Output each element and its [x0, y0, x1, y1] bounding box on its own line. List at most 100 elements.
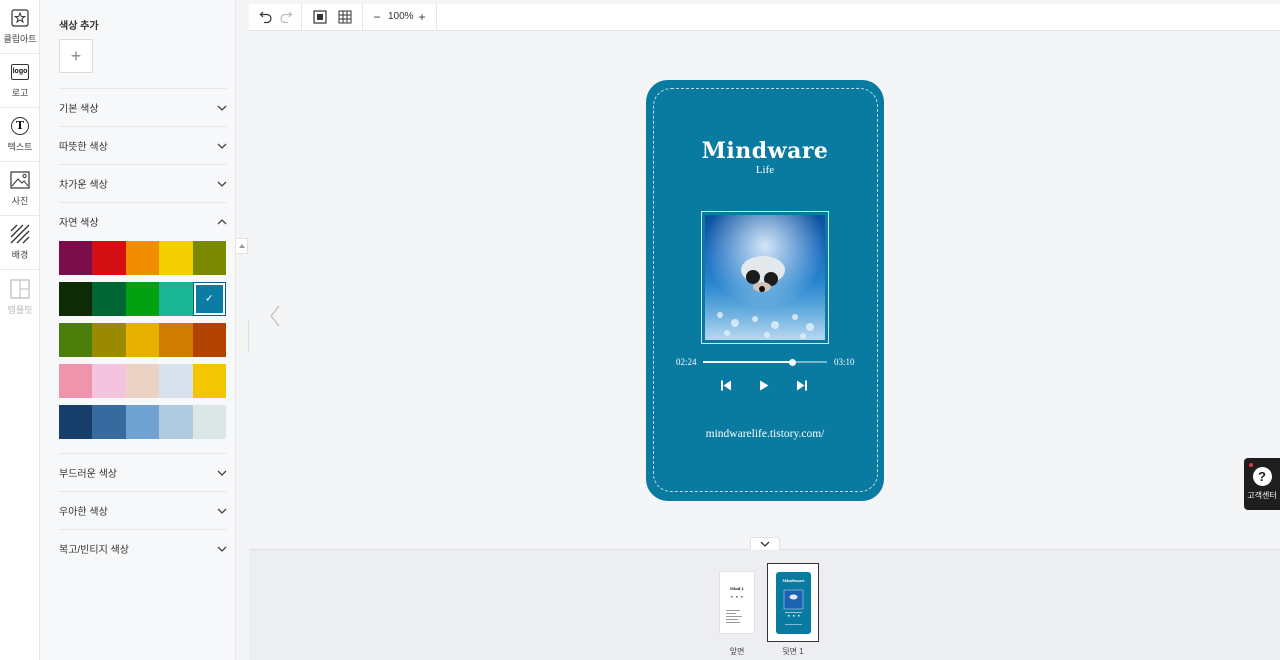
clipart-star-icon — [10, 8, 30, 28]
album-photo-frame[interactable] — [701, 211, 829, 344]
rail-item-background[interactable]: 배경 — [0, 216, 40, 270]
add-color-button[interactable]: + — [59, 39, 93, 73]
card-title[interactable]: Mindware — [646, 138, 884, 164]
chevron-down-icon — [217, 179, 227, 189]
swatch-row — [59, 323, 227, 357]
rail-item-photo[interactable]: 사진 — [0, 162, 40, 216]
nature-swatch-grid: ✓ — [59, 241, 227, 446]
section-soft-colors[interactable]: 부드러운 색상 — [59, 453, 227, 491]
progress-knob[interactable] — [788, 358, 796, 366]
rail-item-clipart[interactable]: 클립아트 — [0, 0, 40, 54]
page-label-back: 뒷면 1 — [782, 647, 804, 656]
chevron-down-icon — [217, 468, 227, 478]
page-label-front: 앞면 — [729, 647, 745, 656]
rail-label: 템플릿 — [7, 304, 33, 315]
pages-strip — [249, 549, 1280, 660]
color-swatch[interactable] — [92, 241, 126, 275]
help-icon: ? — [1252, 467, 1272, 486]
color-swatch[interactable] — [92, 405, 126, 439]
section-label: 자연 색상 — [59, 218, 99, 229]
help-label: 고객센터 — [1247, 491, 1277, 500]
section-retro-colors[interactable]: 복고/빈티지 색상 — [59, 529, 227, 567]
grid-toggle-button[interactable] — [335, 8, 355, 26]
progress-fill — [703, 361, 793, 363]
color-swatch[interactable] — [159, 241, 193, 275]
help-center-button[interactable]: ? 고객센터 — [1244, 458, 1280, 510]
rail-item-text[interactable]: T 텍스트 — [0, 108, 40, 162]
fit-to-screen-button[interactable] — [310, 8, 330, 26]
elapsed-time: 02:24 — [676, 357, 697, 367]
card-subtitle[interactable]: Life — [646, 164, 884, 176]
section-basic-colors[interactable]: 기본 색상 — [59, 88, 227, 126]
rail-label: 사진 — [11, 196, 29, 206]
redo-button[interactable] — [276, 8, 296, 26]
skip-previous-button[interactable] — [719, 378, 733, 392]
color-swatch[interactable] — [192, 405, 226, 439]
rail-label: 클립아트 — [3, 34, 37, 44]
color-swatch[interactable] — [159, 364, 193, 398]
rail-label: 배경 — [11, 250, 29, 260]
section-label: 우아한 색상 — [59, 507, 108, 518]
zoom-level: 100% — [388, 11, 414, 22]
pages-strip-toggle[interactable] — [750, 537, 780, 550]
play-button[interactable] — [757, 378, 771, 392]
page-thumbnail-front[interactable]: Mind L — [719, 571, 755, 634]
fit-screen-icon — [313, 10, 327, 24]
chevron-down-icon — [217, 103, 227, 113]
chevron-down-icon — [217, 141, 227, 151]
swatch-row — [59, 364, 227, 398]
add-color-title: 색상 추가 — [59, 21, 99, 32]
color-swatch[interactable] — [159, 323, 193, 357]
thumb-front-title: Mind L — [730, 587, 745, 591]
rail-item-logo[interactable]: logo 로고 — [0, 54, 40, 108]
chevron-down-icon — [760, 541, 770, 547]
color-swatch-selected[interactable]: ✓ — [192, 282, 226, 316]
page-thumbnail-back-selected[interactable]: Mindware — [767, 563, 819, 642]
color-swatch[interactable] — [125, 364, 160, 398]
color-swatch[interactable] — [59, 241, 93, 275]
section-cool-colors[interactable]: 차가운 색상 — [59, 164, 227, 202]
color-swatch[interactable] — [125, 323, 160, 357]
color-swatch[interactable] — [192, 323, 226, 357]
color-swatch[interactable] — [159, 405, 193, 439]
color-swatch[interactable] — [59, 364, 93, 398]
section-label: 기본 색상 — [59, 104, 99, 115]
section-label: 부드러운 색상 — [59, 469, 117, 480]
section-nature-colors[interactable]: 자연 색상 — [59, 202, 227, 240]
template-icon — [10, 278, 30, 299]
color-swatch[interactable] — [92, 364, 126, 398]
playback-progress-bar[interactable] — [703, 358, 827, 366]
color-swatch[interactable] — [92, 282, 126, 316]
thumb-back-card: Mindware — [776, 572, 811, 634]
panel-scroll-up-tab[interactable] — [236, 238, 248, 254]
underwater-photo — [705, 215, 825, 340]
left-tool-rail: 클립아트 logo 로고 T 텍스트 사진 배경 템플릿 — [0, 0, 40, 660]
color-swatch[interactable] — [192, 364, 226, 398]
undo-button[interactable] — [256, 8, 276, 26]
zoom-out-button[interactable]: − — [367, 8, 387, 26]
color-swatch[interactable] — [92, 323, 126, 357]
color-swatch[interactable] — [125, 241, 160, 275]
color-swatch[interactable] — [59, 282, 93, 316]
section-elegant-colors[interactable]: 우아한 색상 — [59, 491, 227, 529]
text-t-icon: T — [10, 116, 30, 136]
color-swatch[interactable] — [59, 405, 93, 439]
thumb-back-title: Mindware — [782, 578, 805, 583]
play-icon — [760, 380, 769, 390]
skip-previous-icon — [721, 380, 731, 390]
chevron-down-icon — [217, 544, 227, 554]
color-swatch[interactable] — [192, 241, 226, 275]
rail-item-template[interactable]: 템플릿 — [0, 270, 40, 324]
color-swatch[interactable] — [125, 282, 160, 316]
skip-next-button[interactable] — [795, 378, 809, 392]
card-url-text[interactable]: mindwarelife.tistory.com/ — [646, 428, 884, 440]
color-swatch[interactable] — [59, 323, 93, 357]
chevron-left-icon — [270, 305, 280, 327]
zoom-in-button[interactable]: + — [412, 8, 432, 26]
previous-page-button[interactable] — [268, 304, 282, 328]
section-warm-colors[interactable]: 따뜻한 색상 — [59, 126, 227, 164]
redo-icon — [280, 11, 293, 24]
swatch-row: ✓ — [59, 282, 227, 316]
color-swatch[interactable] — [159, 282, 193, 316]
color-swatch[interactable] — [125, 405, 160, 439]
